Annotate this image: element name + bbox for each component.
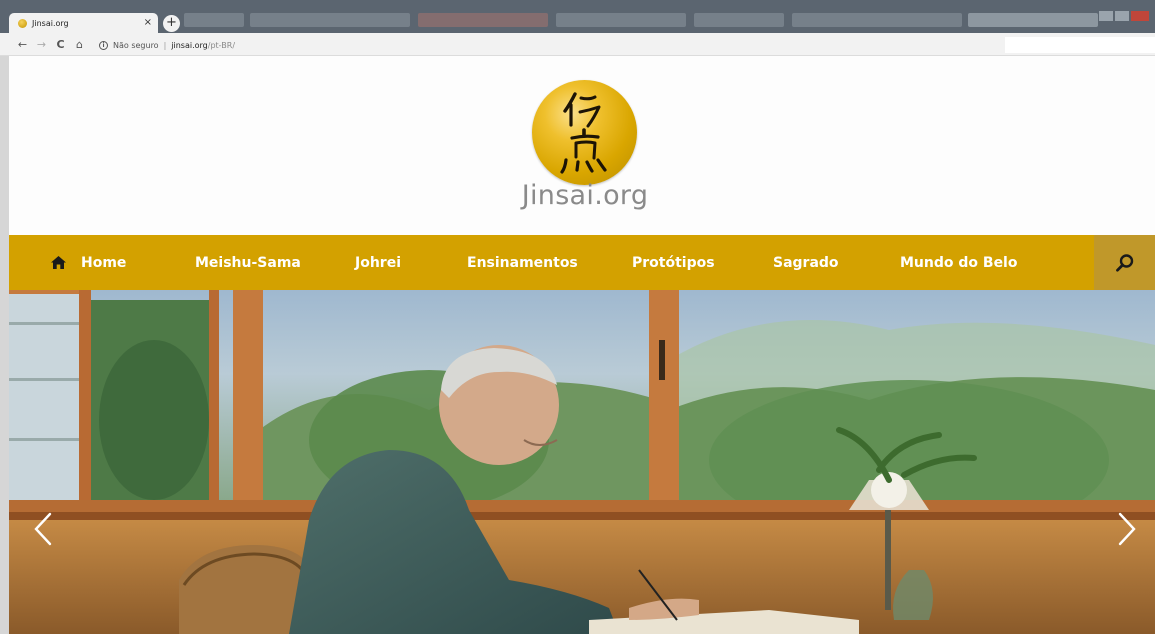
back-button[interactable]: ← bbox=[13, 38, 32, 51]
background-tab[interactable] bbox=[556, 13, 686, 27]
site-logo[interactable] bbox=[532, 80, 637, 185]
maximize-button[interactable] bbox=[1115, 11, 1129, 21]
site-favicon-icon bbox=[18, 18, 27, 28]
minimize-button[interactable] bbox=[1099, 11, 1113, 21]
tab-close-icon[interactable]: × bbox=[144, 18, 152, 28]
nav-item-johrei[interactable]: Johrei bbox=[355, 235, 401, 290]
background-tab[interactable] bbox=[694, 13, 784, 27]
hero-slider[interactable] bbox=[9, 290, 1155, 634]
url-host: jinsai.org bbox=[171, 40, 208, 50]
address-bar[interactable]: i Não seguro | jinsai.org/pt-BR/ bbox=[93, 37, 1003, 53]
background-tab[interactable] bbox=[184, 13, 244, 27]
search-button[interactable] bbox=[1094, 235, 1155, 290]
reload-button[interactable]: C bbox=[51, 38, 70, 51]
search-icon bbox=[1115, 253, 1133, 272]
url-path: /pt-BR/ bbox=[207, 40, 236, 50]
brand-name[interactable]: Jinsai.org bbox=[459, 180, 711, 211]
slider-next-button[interactable] bbox=[1117, 512, 1137, 546]
address-separator: | bbox=[163, 40, 167, 50]
close-window-button[interactable] bbox=[1131, 11, 1149, 21]
background-tab[interactable] bbox=[418, 13, 548, 27]
nav-item-prototipos[interactable]: Protótipos bbox=[632, 235, 715, 290]
logo-calligraphy-icon bbox=[560, 92, 607, 174]
main-navigation: Home Meishu-Sama Johrei Ensinamentos Pro… bbox=[9, 235, 1155, 290]
background-tab[interactable] bbox=[968, 13, 1098, 27]
info-icon[interactable]: i bbox=[99, 40, 108, 50]
background-tab[interactable] bbox=[792, 13, 962, 27]
security-label: Não seguro bbox=[113, 40, 159, 50]
nav-item-sagrado[interactable]: Sagrado bbox=[773, 235, 839, 290]
browser-toolbar: ← → C ⌂ i Não seguro | jinsai.org/pt-BR/ bbox=[0, 33, 1155, 56]
window-controls bbox=[1099, 11, 1149, 21]
nav-item-mundo-do-belo[interactable]: Mundo do Belo bbox=[900, 235, 1017, 290]
active-tab[interactable]: Jinsai.org × bbox=[9, 13, 158, 33]
nav-label-home: Home bbox=[81, 254, 127, 271]
forward-button[interactable]: → bbox=[32, 38, 51, 51]
tab-title: Jinsai.org bbox=[32, 18, 69, 28]
browser-tabstrip: Jinsai.org × + bbox=[0, 0, 1155, 33]
slider-prev-button[interactable] bbox=[33, 512, 53, 546]
background-tab[interactable] bbox=[250, 13, 410, 27]
home-icon bbox=[51, 256, 66, 269]
home-button[interactable]: ⌂ bbox=[70, 38, 89, 51]
new-tab-button[interactable]: + bbox=[163, 15, 180, 32]
nav-item-meishu-sama[interactable]: Meishu-Sama bbox=[195, 235, 301, 290]
nav-item-ensinamentos[interactable]: Ensinamentos bbox=[467, 235, 578, 290]
web-page: Jinsai.org Home Meishu-Sama Johrei Ensin… bbox=[9, 56, 1155, 634]
nav-item-home[interactable]: Home bbox=[51, 235, 126, 290]
hero-image bbox=[9, 290, 1155, 634]
toolbar-extension-area bbox=[1005, 37, 1155, 53]
